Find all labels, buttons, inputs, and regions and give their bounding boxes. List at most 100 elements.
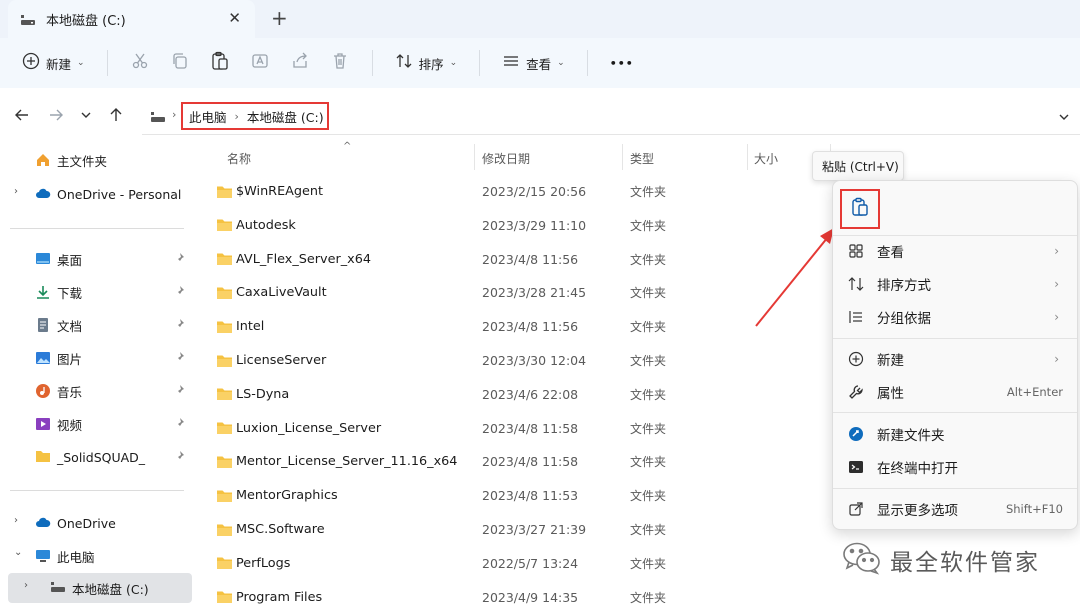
pin-icon[interactable] (174, 384, 186, 399)
file-row[interactable]: Luxion_License_Server 2023/4/8 11:58 文件夹 (210, 412, 830, 445)
file-name: Mentor_License_Server_11.16_x64 (236, 454, 458, 470)
share-icon (291, 52, 309, 74)
expand-chevron-icon[interactable]: › (24, 580, 28, 591)
sidebar-item-solidsquad[interactable]: _SolidSQUAD_ (0, 442, 192, 472)
sidebar-item-pictures[interactable]: 图片 (0, 343, 192, 373)
context-sort-by[interactable]: 排序方式 › (841, 269, 1071, 299)
context-properties[interactable]: 属性 Alt+Enter (841, 377, 1071, 407)
file-row[interactable]: Intel 2023/4/8 11:56 文件夹 (210, 310, 830, 343)
desktop-icon (35, 251, 51, 267)
copy-button[interactable] (160, 47, 200, 79)
breadcrumb-local-disk[interactable]: 本地磁盘 (C:) (247, 107, 324, 126)
plus-circle-icon (22, 52, 40, 74)
sidebar-item-onedrive-personal[interactable]: › OneDrive - Personal (0, 179, 192, 209)
column-header-name[interactable]: 名称 (227, 150, 251, 167)
file-row[interactable]: Mentor_License_Server_11.16_x64 2023/4/8 … (210, 445, 830, 478)
group-list-icon (847, 308, 865, 326)
pin-icon[interactable] (174, 318, 186, 333)
rename-button[interactable] (240, 47, 280, 79)
sidebar-item-label: 图片 (57, 351, 83, 367)
column-divider[interactable] (474, 144, 475, 170)
context-new-folder[interactable]: 新建文件夹 (841, 419, 1071, 449)
new-button[interactable]: 新建 ⌄ (12, 47, 95, 79)
file-date: 2023/3/28 21:45 (482, 285, 587, 301)
context-terminal-label: 在终端中打开 (877, 461, 958, 477)
paste-button[interactable] (200, 47, 240, 79)
file-row[interactable]: Autodesk 2023/3/29 11:10 文件夹 (210, 209, 830, 242)
file-row[interactable]: CaxaLiveVault 2023/3/28 21:45 文件夹 (210, 276, 830, 309)
context-view[interactable]: 查看 › (841, 236, 1071, 266)
expand-chevron-icon[interactable]: › (14, 515, 18, 526)
column-divider[interactable] (622, 144, 623, 170)
up-button[interactable] (99, 100, 133, 134)
pin-icon[interactable] (174, 252, 186, 267)
sidebar-item-downloads[interactable]: 下载 (0, 277, 192, 307)
delete-button[interactable] (320, 47, 360, 79)
drive-icon (20, 13, 36, 25)
view-button[interactable]: 查看 ⌄ (492, 47, 575, 79)
sidebar-item-documents[interactable]: 文档 (0, 310, 192, 340)
context-group-by[interactable]: 分组依据 › (841, 302, 1071, 332)
pin-icon[interactable] (174, 351, 186, 366)
sidebar-item-videos[interactable]: 视频 (0, 409, 192, 439)
folder-icon (216, 354, 234, 368)
share-button[interactable] (280, 47, 320, 79)
file-type: 文件夹 (630, 354, 667, 368)
expand-chevron-icon[interactable]: › (14, 186, 18, 197)
file-row[interactable]: LS-Dyna 2023/4/6 22:08 文件夹 (210, 378, 830, 411)
terminal-icon (847, 458, 865, 476)
sidebar-item-local-disk[interactable]: › 本地磁盘 (C:) (8, 573, 192, 603)
sort-button[interactable]: 排序 ⌄ (385, 47, 468, 79)
breadcrumb-this-pc[interactable]: 此电脑 (189, 107, 227, 126)
file-row[interactable]: Program Files 2023/4/9 14:35 文件夹 (210, 581, 830, 606)
file-row[interactable]: MSC.Software 2023/3/27 21:39 文件夹 (210, 513, 830, 546)
more-options-button[interactable]: ••• (600, 47, 644, 79)
pin-icon[interactable] (174, 450, 186, 465)
sidebar-item-onedrive[interactable]: › OneDrive (0, 508, 192, 538)
chevron-down-icon (80, 109, 92, 125)
close-tab-icon[interactable]: ✕ (228, 9, 241, 27)
sidebar-item-label: 音乐 (57, 384, 83, 400)
sidebar-item-label: _SolidSQUAD_ (57, 449, 146, 465)
cut-button[interactable] (120, 47, 160, 79)
file-name: LicenseServer (236, 353, 327, 368)
pictures-icon (35, 350, 51, 366)
context-more-options[interactable]: 显示更多选项 Shift+F10 (841, 494, 1071, 524)
file-row[interactable]: PerfLogs 2022/5/7 13:24 文件夹 (210, 547, 830, 580)
address-dropdown-icon[interactable] (1058, 111, 1070, 127)
toolbar-divider (479, 50, 481, 76)
properties-shortcut: Alt+Enter (1006, 385, 1063, 399)
sidebar-item-home[interactable]: 主文件夹 (0, 145, 192, 175)
file-row[interactable]: AVL_Flex_Server_x64 2023/4/8 11:56 文件夹 (210, 243, 830, 276)
column-header-date[interactable]: 修改日期 (482, 150, 530, 167)
file-name: Autodesk (236, 217, 296, 233)
pin-icon[interactable] (174, 285, 186, 300)
back-button[interactable] (5, 100, 39, 134)
wrench-icon (847, 383, 865, 401)
collapse-chevron-icon[interactable]: ⌄ (14, 547, 22, 558)
forward-button[interactable] (39, 100, 73, 134)
sidebar-divider (10, 490, 184, 491)
file-date: 2022/5/7 13:24 (482, 555, 579, 571)
column-header-type[interactable]: 类型 (630, 150, 654, 167)
context-open-terminal[interactable]: 在终端中打开 (841, 452, 1071, 482)
tab-local-disk[interactable]: 本地磁盘 (C:) ✕ (8, 0, 255, 38)
sidebar-item-desktop[interactable]: 桌面 (0, 244, 192, 274)
file-row[interactable]: LicenseServer 2023/3/30 12:04 文件夹 (210, 344, 830, 377)
file-row[interactable]: $WinREAgent 2023/2/15 20:56 文件夹 (210, 175, 830, 208)
arrow-right-icon (48, 107, 64, 127)
chevron-down-icon: ⌄ (77, 58, 85, 68)
new-tab-button[interactable]: + (271, 6, 288, 30)
file-row[interactable]: MentorGraphics 2023/4/8 11:53 文件夹 (210, 479, 830, 512)
sidebar-item-music[interactable]: 音乐 (0, 376, 192, 406)
view-lines-icon (502, 52, 520, 74)
sort-label: 排序 (418, 56, 444, 72)
recent-locations-button[interactable] (73, 100, 99, 134)
column-header-size[interactable]: 大小 (754, 150, 778, 167)
context-paste-button[interactable] (840, 189, 880, 229)
column-divider[interactable] (747, 144, 748, 170)
toolbar-divider (586, 50, 588, 76)
pin-icon[interactable] (174, 417, 186, 432)
sidebar-item-this-pc[interactable]: ⌄ 此电脑 (0, 541, 192, 571)
context-new[interactable]: 新建 › (841, 344, 1071, 374)
